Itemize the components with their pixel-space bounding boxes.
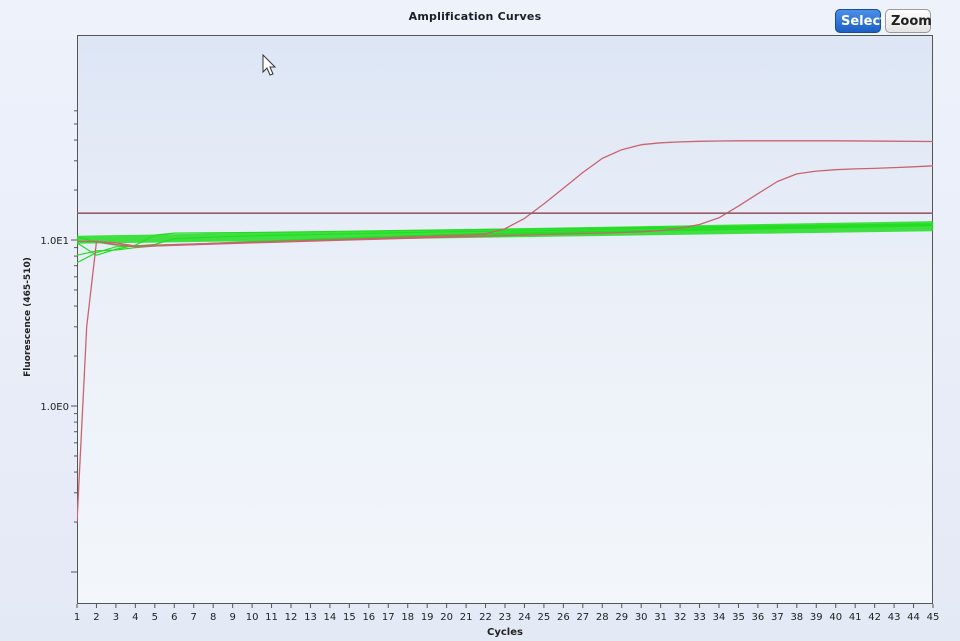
y-tick-label: 1.0E0 — [40, 402, 69, 413]
x-tick-label: 30 — [635, 612, 648, 623]
x-tick-label: 20 — [440, 612, 453, 623]
x-tick-label: 9 — [229, 612, 235, 623]
x-tick-label: 24 — [518, 612, 531, 623]
mouse-pointer-icon — [262, 54, 277, 76]
x-tick-label: 29 — [615, 612, 628, 623]
x-tick-label: 44 — [907, 612, 920, 623]
x-tick-label: 34 — [713, 612, 726, 623]
x-tick-label: 13 — [304, 612, 317, 623]
x-tick-label: 32 — [674, 612, 687, 623]
x-tick-label: 6 — [171, 612, 177, 623]
x-tick-label: 37 — [771, 612, 784, 623]
x-tick-label: 42 — [868, 612, 881, 623]
x-tick-label: 40 — [829, 612, 842, 623]
x-tick-label: 41 — [849, 612, 862, 623]
x-tick-label: 19 — [421, 612, 434, 623]
x-tick-label: 18 — [401, 612, 414, 623]
x-tick-label: 16 — [362, 612, 375, 623]
x-tick-label: 15 — [343, 612, 356, 623]
y-tick-label: 1.0E1 — [40, 236, 69, 247]
x-tick-label: 45 — [927, 612, 940, 623]
x-tick-label: 11 — [265, 612, 278, 623]
y-axis-label: Fluorescence (465-510) — [23, 257, 33, 377]
x-tick-label: 21 — [460, 612, 473, 623]
x-tick-label: 22 — [479, 612, 492, 623]
x-tick-label: 36 — [752, 612, 765, 623]
x-tick-label: 38 — [790, 612, 803, 623]
x-tick-label: 35 — [732, 612, 745, 623]
x-tick-label: 3 — [113, 612, 119, 623]
amplification-chart: 1.0E11.0E01 2 3 4 5 6 7 8 9 10 11 12 13 14 15 16 17 18 19 2… — [40, 110, 940, 623]
x-tick-label: 27 — [576, 612, 589, 623]
x-tick-label: 43 — [888, 612, 901, 623]
x-tick-label: 1 — [74, 612, 80, 623]
x-tick-label: 7 — [191, 612, 197, 623]
plot-series — [77, 140, 933, 523]
amplification-window: Amplification Curves Select Zoom 1.0E1 1.… — [0, 0, 960, 641]
x-tick-label: 28 — [596, 612, 609, 623]
x-tick-label: 8 — [210, 612, 216, 623]
x-tick-label: 4 — [132, 612, 138, 623]
x-axis-label: Cycles — [487, 627, 523, 638]
x-tick-label: 10 — [246, 612, 259, 623]
positive-amplification-curve — [77, 140, 933, 523]
x-tick-label: 14 — [324, 612, 337, 623]
x-tick-label: 26 — [557, 612, 570, 623]
x-tick-label: 17 — [382, 612, 395, 623]
x-tick-label: 12 — [285, 612, 298, 623]
x-tick-label: 25 — [538, 612, 551, 623]
x-tick-label: 39 — [810, 612, 823, 623]
x-tick-label: 23 — [499, 612, 512, 623]
x-tick-label: 31 — [654, 612, 667, 623]
x-tick-label: 5 — [152, 612, 158, 623]
x-tick-label: 33 — [693, 612, 706, 623]
x-tick-label: 2 — [93, 612, 99, 623]
